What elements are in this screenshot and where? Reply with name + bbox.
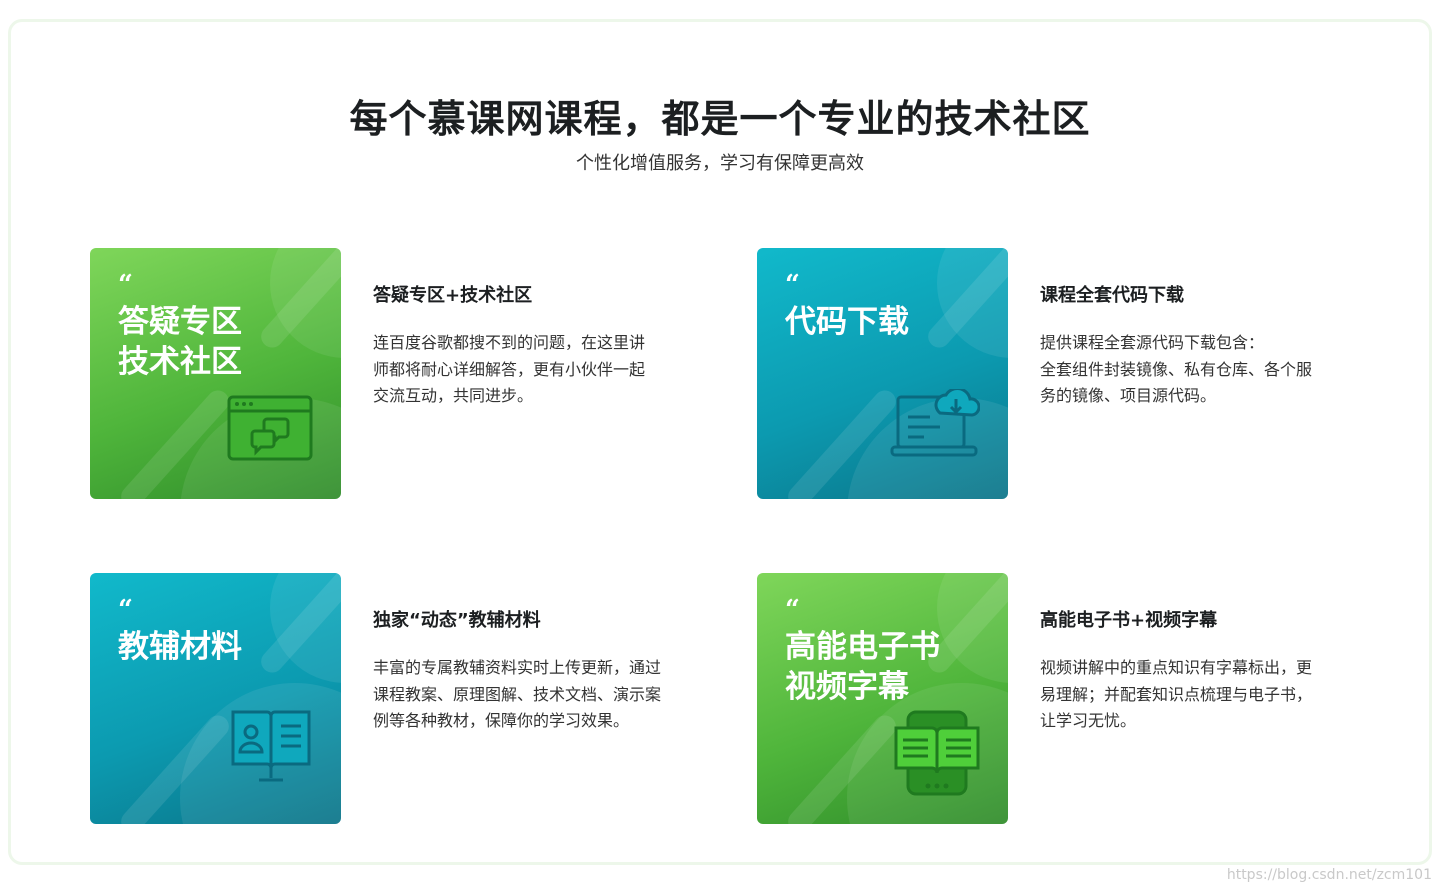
feature-title: 独家“动态”教辅材料 [373, 610, 541, 631]
tile-title: 高能电子书 视频字幕 [785, 629, 940, 705]
quote-mark-icon: “ [118, 270, 133, 300]
feature-tile: “ 教辅材料 [90, 573, 341, 824]
quote-mark-icon: “ [785, 595, 800, 625]
watermark: https://blog.csdn.net/zcm101 [1226, 867, 1432, 883]
page: 每个慕课网课程，都是一个专业的技术社区 个性化增值服务，学习有保障更高效 “ 答… [0, 0, 1440, 889]
feature-ebook-subtitles: “ 高能电子书 视频字幕 高能电子书+视频字幕 视频讲解中的重点知识有字幕标出，… [757, 573, 1397, 824]
section-title: 每个慕课网课程，都是一个专业的技术社区 [349, 97, 1091, 141]
quote-mark-icon: “ [785, 270, 800, 300]
feature-qa-community: “ 答疑专区 技术社区 答疑专区+技术社区 连百度谷歌都搜不到的问题，在这里讲 … [90, 248, 730, 499]
feature-description: 连百度谷歌都搜不到的问题，在这里讲 师都将耐心详细解答，更有小伙伴一起 交流互动… [373, 333, 646, 405]
feature-tile: “ 代码下载 [757, 248, 1008, 499]
feature-description: 视频讲解中的重点知识有字幕标出，更 易理解；并配套知识点梳理与电子书， 让学习无… [1040, 658, 1313, 730]
ebook-tablet-icon [894, 710, 980, 800]
tile-title: 答疑专区 技术社区 [118, 304, 242, 380]
cloud-download-laptop-icon [890, 387, 981, 465]
feature-title: 答疑专区+技术社区 [373, 285, 533, 306]
quote-mark-icon: “ [118, 595, 133, 625]
feature-code-download: “ 代码下载 课程全套代码下载 提供课程全套源代码下载包含： 全套组件封装镜像、… [757, 248, 1397, 499]
feature-description: 提供课程全套源代码下载包含： 全套组件封装镜像、私有仓库、各个服 务的镜像、项目… [1040, 333, 1313, 405]
feature-title: 高能电子书+视频字幕 [1040, 610, 1218, 631]
section-subtitle: 个性化增值服务，学习有保障更高效 [576, 153, 864, 174]
open-book-profile-icon [229, 706, 313, 790]
feature-teaching-materials: “ 教辅材料 独家“动态”教辅材料 丰富的专属教辅资料实时上传更新，通过 课程教… [90, 573, 730, 824]
tile-title: 代码下载 [785, 304, 909, 340]
feature-title: 课程全套代码下载 [1040, 285, 1184, 306]
feature-description: 丰富的专属教辅资料实时上传更新，通过 课程教案、原理图解、技术文档、演示案 例等… [373, 658, 662, 730]
feature-tile: “ 答疑专区 技术社区 [90, 248, 341, 499]
feature-tile: “ 高能电子书 视频字幕 [757, 573, 1008, 824]
chat-window-icon [227, 395, 313, 465]
tile-title: 教辅材料 [118, 629, 242, 665]
